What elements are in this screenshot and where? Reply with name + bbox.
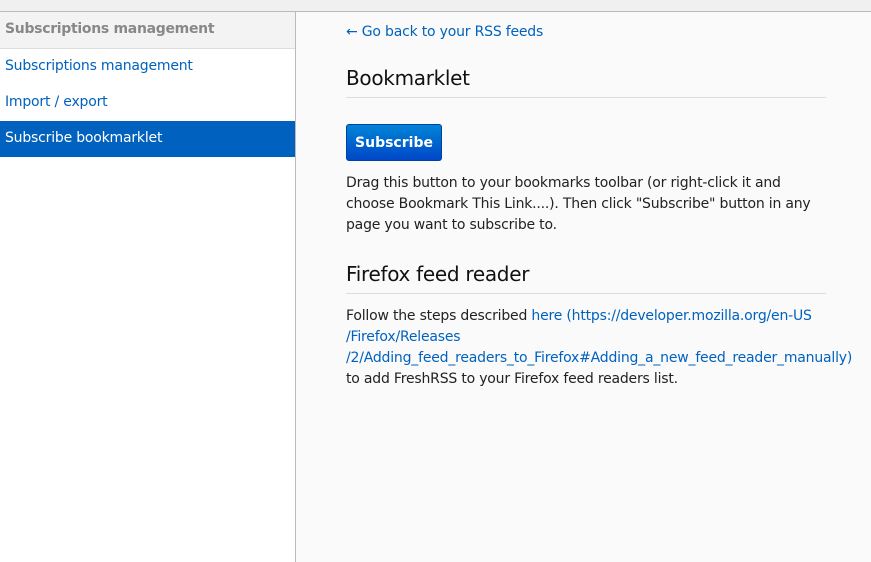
sidebar: Subscriptions management Subscriptions m… — [0, 12, 296, 562]
link-line-1[interactable]: here (https://developer.mozilla.org/en-U… — [531, 308, 812, 324]
bookmarklet-heading: Bookmarklet — [346, 66, 826, 98]
sidebar-item-subscribe-bookmarklet[interactable]: Subscribe bookmarklet — [0, 121, 295, 157]
link-line-2[interactable]: /Firefox/Releases — [346, 327, 826, 348]
subscribe-bookmarklet-button[interactable]: Subscribe — [346, 124, 442, 161]
bookmarklet-description: Drag this button to your bookmarks toolb… — [346, 175, 811, 233]
sidebar-item-import-export[interactable]: Import / export — [0, 85, 295, 121]
instructions-text-after: to add FreshRSS to your Firefox feed rea… — [346, 371, 678, 387]
instructions-text-before: Follow the steps described — [346, 308, 532, 324]
main-content: ← Go back to your RSS feeds Bookmarklet … — [346, 12, 852, 390]
firefox-heading: Firefox feed reader — [346, 262, 826, 294]
firefox-instructions: Follow the steps described here (https:/… — [346, 306, 852, 390]
sidebar-header: Subscriptions management — [0, 12, 295, 49]
link-line-3[interactable]: /2/Adding_feed_readers_to_Firefox#Adding… — [346, 348, 852, 369]
top-bar — [0, 0, 871, 12]
back-to-feeds-link[interactable]: ← Go back to your RSS feeds — [346, 24, 826, 40]
sidebar-item-subscriptions-management[interactable]: Subscriptions management — [0, 49, 295, 85]
